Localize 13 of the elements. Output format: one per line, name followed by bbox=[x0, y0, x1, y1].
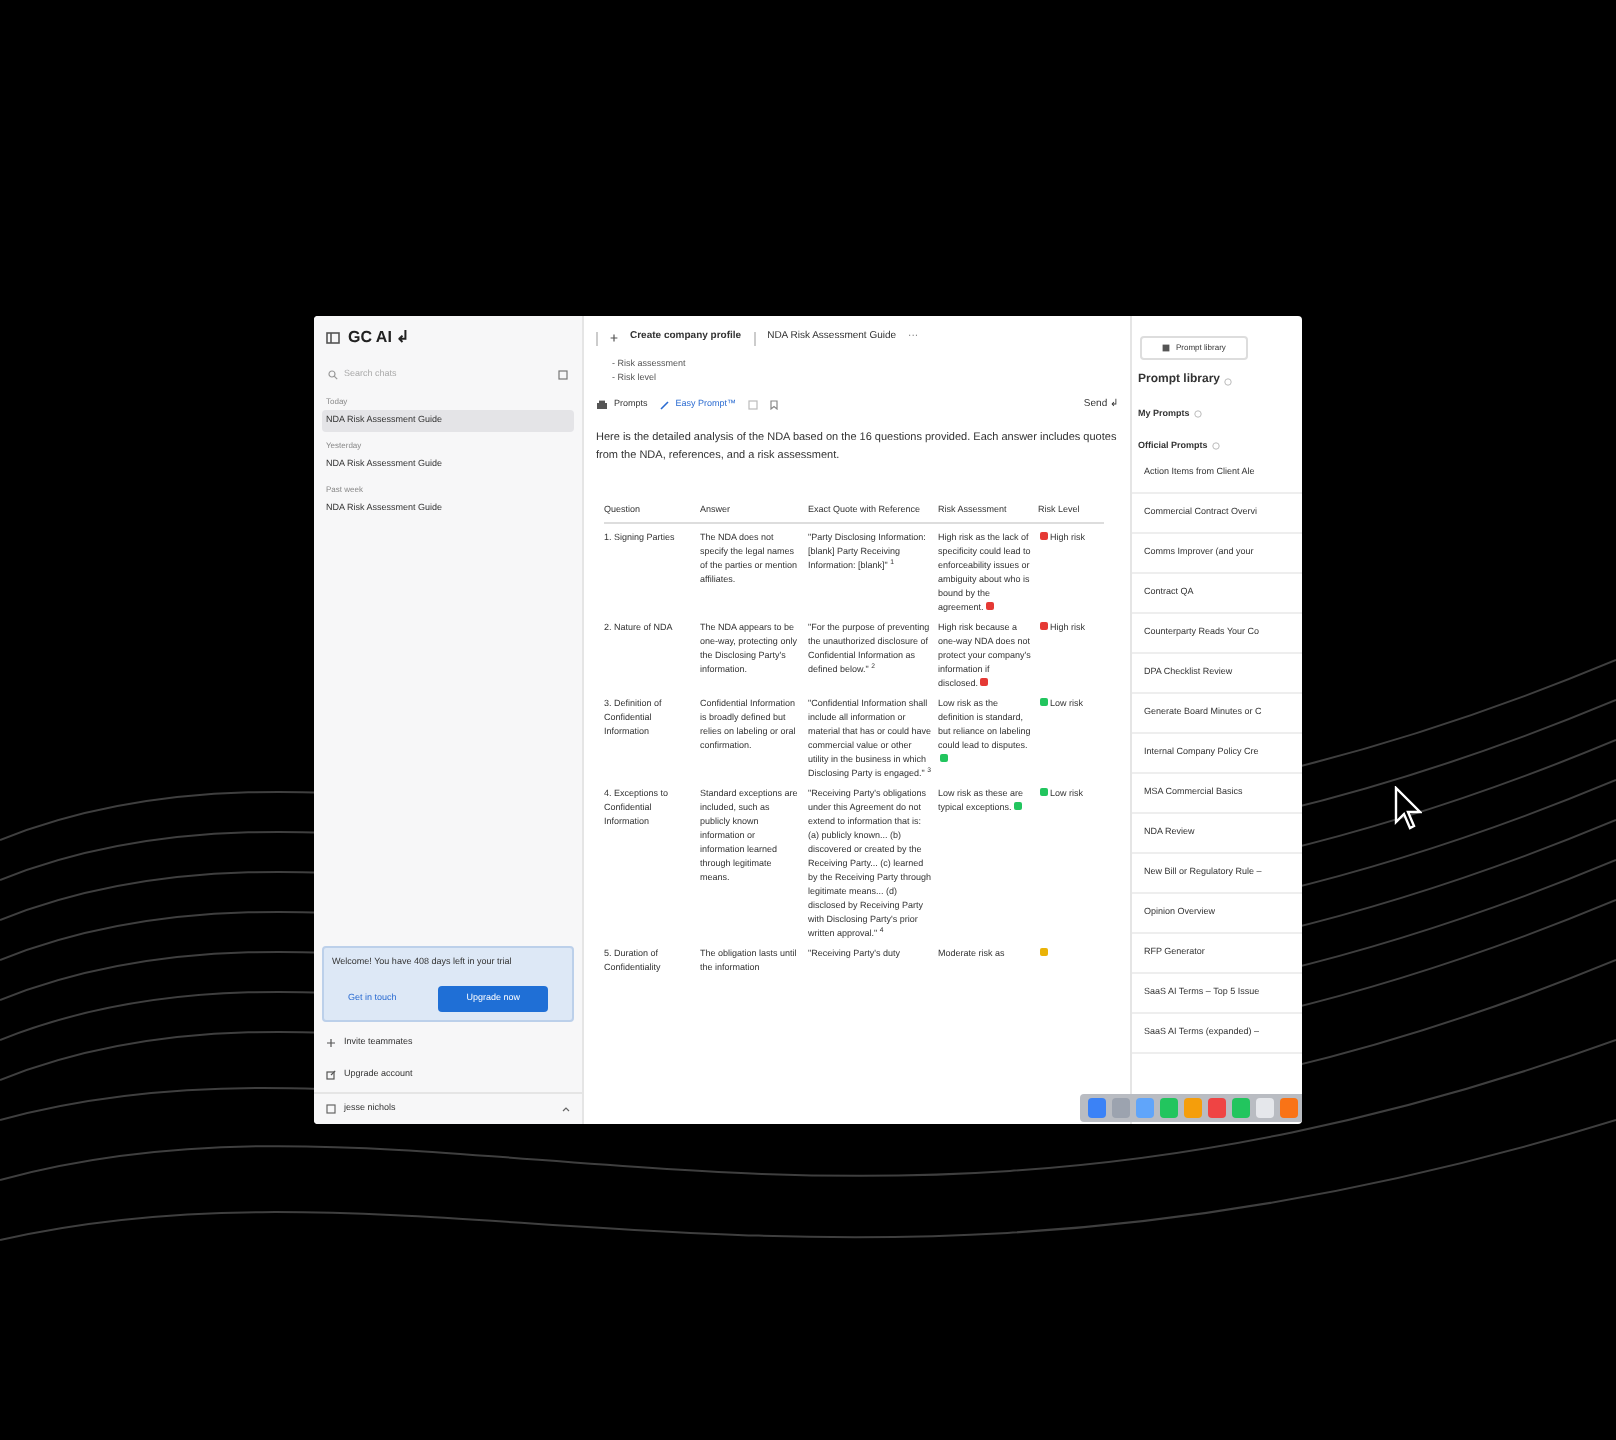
plus-icon bbox=[610, 334, 618, 342]
search-icon bbox=[328, 369, 338, 379]
printer-icon bbox=[596, 400, 608, 411]
app-logo: GC AI ↲ bbox=[348, 326, 411, 350]
bookmark-icon[interactable] bbox=[770, 400, 779, 411]
info-icon bbox=[1211, 442, 1220, 451]
plus-icon bbox=[326, 1037, 336, 1047]
sidebar-toggle-icon[interactable] bbox=[326, 332, 340, 344]
info-icon bbox=[1224, 377, 1233, 385]
chevron-up-icon[interactable] bbox=[562, 1106, 570, 1112]
external-link-icon bbox=[326, 1069, 336, 1079]
mouse-pointer-icon bbox=[1394, 786, 1422, 830]
info-icon bbox=[1193, 410, 1202, 419]
